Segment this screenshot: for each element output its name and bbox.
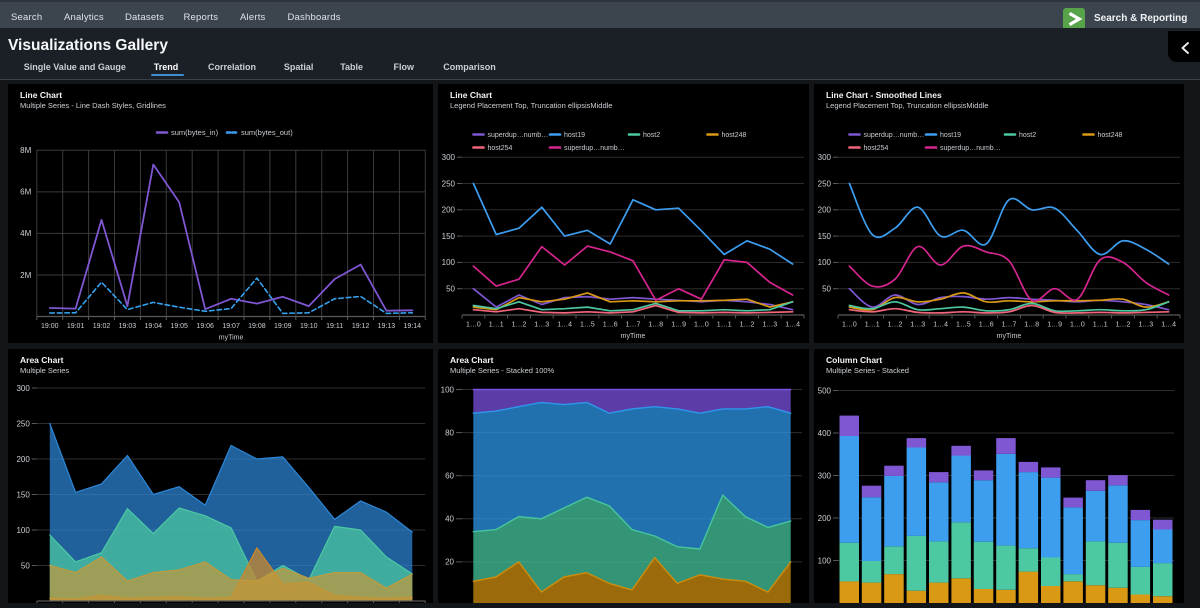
svg-text:superdup…numb…: superdup…numb… bbox=[864, 132, 925, 139]
svg-text:300: 300 bbox=[818, 471, 832, 480]
svg-text:1…0: 1…0 bbox=[1070, 322, 1085, 329]
svg-text:19:07: 19:07 bbox=[222, 323, 240, 330]
svg-text:superdup…numb…: superdup…numb… bbox=[488, 132, 549, 139]
svg-text:19:04: 19:04 bbox=[145, 323, 163, 330]
svg-text:1…0: 1…0 bbox=[466, 322, 481, 329]
svg-text:100: 100 bbox=[16, 526, 30, 535]
svg-text:1…7: 1…7 bbox=[1002, 322, 1017, 329]
svg-text:19:09: 19:09 bbox=[274, 323, 292, 330]
svg-text:300: 300 bbox=[818, 153, 832, 162]
svg-text:host2: host2 bbox=[1019, 132, 1036, 139]
svg-text:1…1: 1…1 bbox=[865, 322, 880, 329]
svg-text:8M: 8M bbox=[20, 146, 31, 155]
svg-text:1…2: 1…2 bbox=[888, 322, 903, 329]
svg-text:1…6: 1…6 bbox=[603, 322, 618, 329]
svg-text:myTime: myTime bbox=[997, 333, 1022, 340]
svg-text:1…8: 1…8 bbox=[648, 322, 663, 329]
svg-text:50: 50 bbox=[822, 285, 831, 294]
svg-text:1…2: 1…2 bbox=[740, 322, 755, 329]
svg-text:250: 250 bbox=[16, 419, 30, 428]
svg-text:6M: 6M bbox=[20, 188, 31, 197]
svg-text:19:02: 19:02 bbox=[93, 323, 111, 330]
svg-text:1…0: 1…0 bbox=[694, 322, 709, 329]
svg-text:1…4: 1…4 bbox=[557, 322, 572, 329]
svg-text:1…6: 1…6 bbox=[979, 322, 994, 329]
svg-text:400: 400 bbox=[818, 429, 832, 438]
svg-text:50: 50 bbox=[446, 285, 455, 294]
svg-text:1…5: 1…5 bbox=[956, 322, 971, 329]
svg-text:50: 50 bbox=[21, 561, 30, 570]
svg-text:100: 100 bbox=[441, 385, 455, 394]
svg-text:1…4: 1…4 bbox=[785, 322, 800, 329]
svg-text:150: 150 bbox=[818, 232, 832, 241]
svg-text:150: 150 bbox=[442, 232, 456, 241]
svg-text:200: 200 bbox=[818, 206, 832, 215]
svg-text:19:11: 19:11 bbox=[326, 323, 343, 330]
svg-text:200: 200 bbox=[16, 455, 30, 464]
svg-text:1…0: 1…0 bbox=[842, 322, 857, 329]
svg-text:60: 60 bbox=[445, 472, 454, 481]
svg-text:1…3: 1…3 bbox=[1138, 322, 1153, 329]
svg-text:100: 100 bbox=[818, 556, 832, 565]
svg-text:19:00: 19:00 bbox=[41, 323, 59, 330]
svg-text:80: 80 bbox=[445, 428, 454, 437]
svg-text:1…1: 1…1 bbox=[717, 322, 732, 329]
svg-text:1…5: 1…5 bbox=[580, 322, 595, 329]
svg-text:19:03: 19:03 bbox=[119, 323, 137, 330]
svg-text:myTime: myTime bbox=[621, 333, 646, 340]
svg-text:myTime: myTime bbox=[219, 335, 244, 342]
svg-text:19:06: 19:06 bbox=[196, 323, 214, 330]
svg-text:1…3: 1…3 bbox=[534, 322, 549, 329]
svg-text:20: 20 bbox=[445, 558, 454, 567]
svg-text:1…1: 1…1 bbox=[489, 322, 504, 329]
svg-text:19:12: 19:12 bbox=[352, 323, 370, 330]
svg-text:1…1: 1…1 bbox=[1093, 322, 1108, 329]
svg-text:200: 200 bbox=[818, 514, 832, 523]
svg-text:250: 250 bbox=[442, 179, 456, 188]
svg-text:100: 100 bbox=[818, 258, 832, 267]
svg-text:1…4: 1…4 bbox=[1161, 322, 1176, 329]
svg-text:1…9: 1…9 bbox=[1047, 322, 1062, 329]
svg-text:500: 500 bbox=[818, 386, 832, 395]
svg-text:superdup…numb…: superdup…numb… bbox=[940, 145, 1001, 152]
svg-text:host254: host254 bbox=[488, 145, 513, 152]
svg-text:1…9: 1…9 bbox=[671, 322, 686, 329]
svg-text:2M: 2M bbox=[20, 271, 31, 280]
svg-text:1…2: 1…2 bbox=[512, 322, 527, 329]
svg-text:host248: host248 bbox=[1098, 132, 1123, 139]
svg-text:host19: host19 bbox=[564, 132, 585, 139]
svg-text:sum(bytes_out): sum(bytes_out) bbox=[241, 128, 293, 137]
svg-text:sum(bytes_in): sum(bytes_in) bbox=[171, 128, 219, 137]
svg-text:1…3: 1…3 bbox=[910, 322, 925, 329]
svg-text:superdup…numb…: superdup…numb… bbox=[564, 145, 625, 152]
svg-text:19:05: 19:05 bbox=[170, 323, 188, 330]
svg-text:1…2: 1…2 bbox=[1116, 322, 1131, 329]
svg-text:300: 300 bbox=[442, 153, 456, 162]
svg-text:host19: host19 bbox=[940, 132, 961, 139]
svg-text:40: 40 bbox=[445, 515, 454, 524]
svg-text:host254: host254 bbox=[864, 145, 889, 152]
svg-text:1…4: 1…4 bbox=[933, 322, 948, 329]
svg-text:19:01: 19:01 bbox=[67, 323, 85, 330]
svg-text:200: 200 bbox=[442, 206, 456, 215]
svg-text:1…3: 1…3 bbox=[762, 322, 777, 329]
svg-text:19:08: 19:08 bbox=[248, 323, 266, 330]
svg-text:19:10: 19:10 bbox=[300, 323, 318, 330]
svg-text:1…7: 1…7 bbox=[626, 322, 641, 329]
svg-text:100: 100 bbox=[442, 258, 456, 267]
svg-text:300: 300 bbox=[16, 384, 30, 393]
svg-text:host2: host2 bbox=[643, 132, 660, 139]
svg-text:host248: host248 bbox=[722, 132, 747, 139]
svg-text:1…8: 1…8 bbox=[1024, 322, 1039, 329]
svg-text:4M: 4M bbox=[20, 229, 31, 238]
svg-text:19:14: 19:14 bbox=[404, 323, 422, 330]
svg-text:250: 250 bbox=[818, 179, 832, 188]
svg-text:19:13: 19:13 bbox=[378, 323, 396, 330]
svg-text:150: 150 bbox=[16, 490, 30, 499]
